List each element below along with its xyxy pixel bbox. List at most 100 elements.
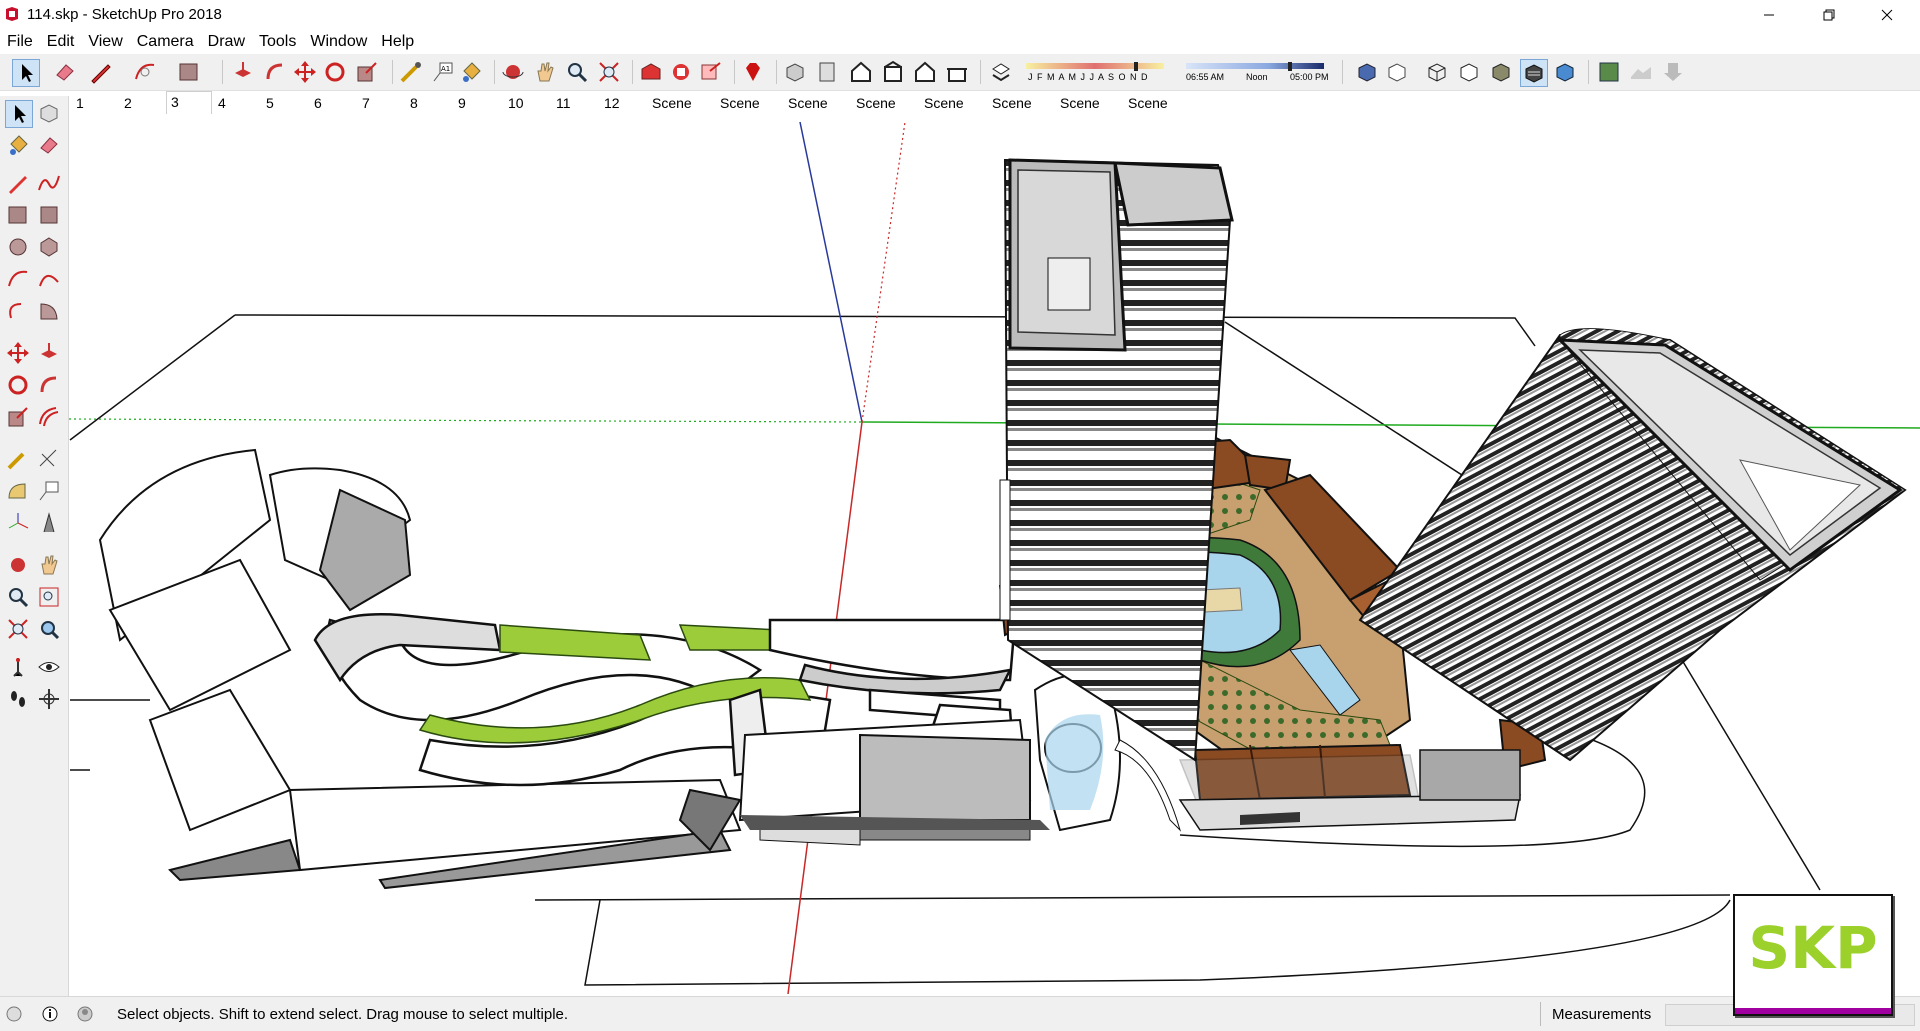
scene-tab-14[interactable]: Scene 14 [720, 93, 760, 131]
previous-view-icon[interactable] [36, 616, 62, 642]
monochrome-style-icon[interactable] [1552, 59, 1578, 85]
model-canvas[interactable] [69, 114, 1920, 994]
rotated-rectangle-icon[interactable] [36, 202, 62, 228]
scene-tab-7[interactable]: 7 [362, 93, 370, 113]
add-location-icon[interactable] [1596, 59, 1622, 85]
tape-measure-icon[interactable] [5, 446, 31, 472]
pencil-line-icon[interactable] [5, 170, 31, 196]
right-view-icon[interactable] [880, 59, 906, 85]
photo-textures-icon[interactable] [1660, 59, 1686, 85]
axes-icon[interactable] [5, 510, 31, 536]
scene-tab-11[interactable]: 11 [556, 93, 571, 113]
circle-icon[interactable] [5, 234, 31, 260]
minimize-button[interactable] [1740, 0, 1798, 30]
scene-tab-4[interactable]: 4 [218, 93, 226, 113]
scene-tab-16[interactable]: Scene 16 [856, 93, 896, 131]
zoom-icon[interactable] [5, 584, 31, 610]
move-icon[interactable] [292, 59, 318, 85]
back-view-icon[interactable] [912, 59, 938, 85]
menu-view[interactable]: View [81, 30, 129, 54]
section-plane-icon[interactable] [36, 686, 62, 712]
eraser-icon[interactable] [36, 132, 62, 158]
menu-edit[interactable]: Edit [40, 30, 82, 54]
scene-tab-12[interactable]: 12 [604, 93, 620, 113]
menu-help[interactable]: Help [374, 30, 421, 54]
scene-tab-1[interactable]: 1 [76, 93, 84, 113]
credits-info-icon[interactable] [42, 1006, 58, 1022]
push-pull-icon[interactable] [230, 59, 256, 85]
scale-icon[interactable] [354, 59, 380, 85]
text-label-icon[interactable]: A1 [430, 59, 456, 85]
menu-tools[interactable]: Tools [252, 30, 303, 54]
scene-tab-19[interactable]: Scene 19 [1060, 93, 1100, 131]
tape-measure-icon[interactable] [398, 59, 424, 85]
orbit-icon[interactable] [5, 552, 31, 578]
iso-view-icon[interactable] [782, 59, 808, 85]
menu-window[interactable]: Window [303, 30, 374, 54]
scene-tab-10[interactable]: 10 [508, 93, 524, 113]
pan-hand-icon[interactable] [36, 552, 62, 578]
arc-icon[interactable] [132, 59, 158, 85]
paint-bucket-icon[interactable] [458, 59, 484, 85]
polygon-icon[interactable] [36, 234, 62, 260]
make-component-icon[interactable] [36, 100, 62, 126]
offset-icon[interactable] [36, 404, 62, 430]
push-pull-icon[interactable] [36, 340, 62, 366]
top-view-icon[interactable] [814, 59, 840, 85]
rotate-icon[interactable] [322, 59, 348, 85]
close-button[interactable] [1858, 0, 1916, 30]
dimension-icon[interactable] [36, 446, 62, 472]
scene-tab-6[interactable]: 6 [314, 93, 322, 113]
menu-camera[interactable]: Camera [130, 30, 201, 54]
move-icon[interactable] [5, 340, 31, 366]
display-shadows-icon[interactable] [988, 59, 1014, 85]
two-point-arc-icon[interactable] [36, 266, 62, 292]
paint-bucket-icon[interactable] [5, 132, 31, 158]
xray-style-icon[interactable] [1354, 59, 1380, 85]
pan-hand-icon[interactable] [532, 59, 558, 85]
layout-send-icon[interactable] [698, 59, 724, 85]
wireframe-style-icon[interactable] [1424, 59, 1450, 85]
rectangle-icon[interactable] [176, 59, 202, 85]
zoom-extents-icon[interactable] [5, 616, 31, 642]
rectangle-icon[interactable] [5, 202, 31, 228]
menu-file[interactable]: File [0, 30, 40, 54]
freehand-icon[interactable] [36, 170, 62, 196]
scene-tab-5[interactable]: 5 [266, 93, 274, 113]
rotate-icon[interactable] [5, 372, 31, 398]
scene-tab-17[interactable]: Scene 17 [924, 93, 964, 131]
front-view-icon[interactable] [848, 59, 874, 85]
scene-tab-3[interactable]: 3 [166, 91, 212, 114]
shaded-style-icon[interactable] [1488, 59, 1514, 85]
scene-tab-13[interactable]: Scene 13 [652, 93, 692, 131]
look-around-eye-icon[interactable] [36, 654, 62, 680]
extension-warehouse-icon[interactable] [668, 59, 694, 85]
ruby-gem-icon[interactable] [740, 59, 766, 85]
follow-me-icon[interactable] [262, 59, 288, 85]
follow-me-icon[interactable] [36, 372, 62, 398]
zoom-icon[interactable] [564, 59, 590, 85]
restore-button[interactable] [1800, 0, 1858, 30]
pie-icon[interactable] [36, 298, 62, 324]
3d-text-icon[interactable] [36, 510, 62, 536]
scene-tab-2[interactable]: 2 [124, 93, 132, 113]
scale-icon[interactable] [5, 404, 31, 430]
protractor-icon[interactable] [5, 478, 31, 504]
three-point-arc-icon[interactable] [5, 298, 31, 324]
shaded-textures-style-icon[interactable] [1520, 59, 1548, 87]
zoom-extents-icon[interactable] [596, 59, 622, 85]
scene-tab-9[interactable]: 9 [458, 93, 466, 113]
scene-tab-8[interactable]: 8 [410, 93, 418, 113]
back-edges-style-icon[interactable] [1384, 59, 1410, 85]
geo-location-icon[interactable] [6, 1006, 22, 1022]
scene-tab-15[interactable]: Scene 15 [788, 93, 828, 131]
pencil-line-icon[interactable] [88, 59, 114, 85]
3d-warehouse-icon[interactable] [638, 59, 664, 85]
select-arrow-icon[interactable] [12, 59, 40, 87]
zoom-window-icon[interactable] [36, 584, 62, 610]
left-view-icon[interactable] [944, 59, 970, 85]
model-viewport[interactable] [69, 114, 1920, 994]
text-label-icon[interactable] [36, 478, 62, 504]
scene-tab-20[interactable]: Scene 20 [1128, 93, 1168, 131]
orbit-icon[interactable] [500, 59, 526, 85]
